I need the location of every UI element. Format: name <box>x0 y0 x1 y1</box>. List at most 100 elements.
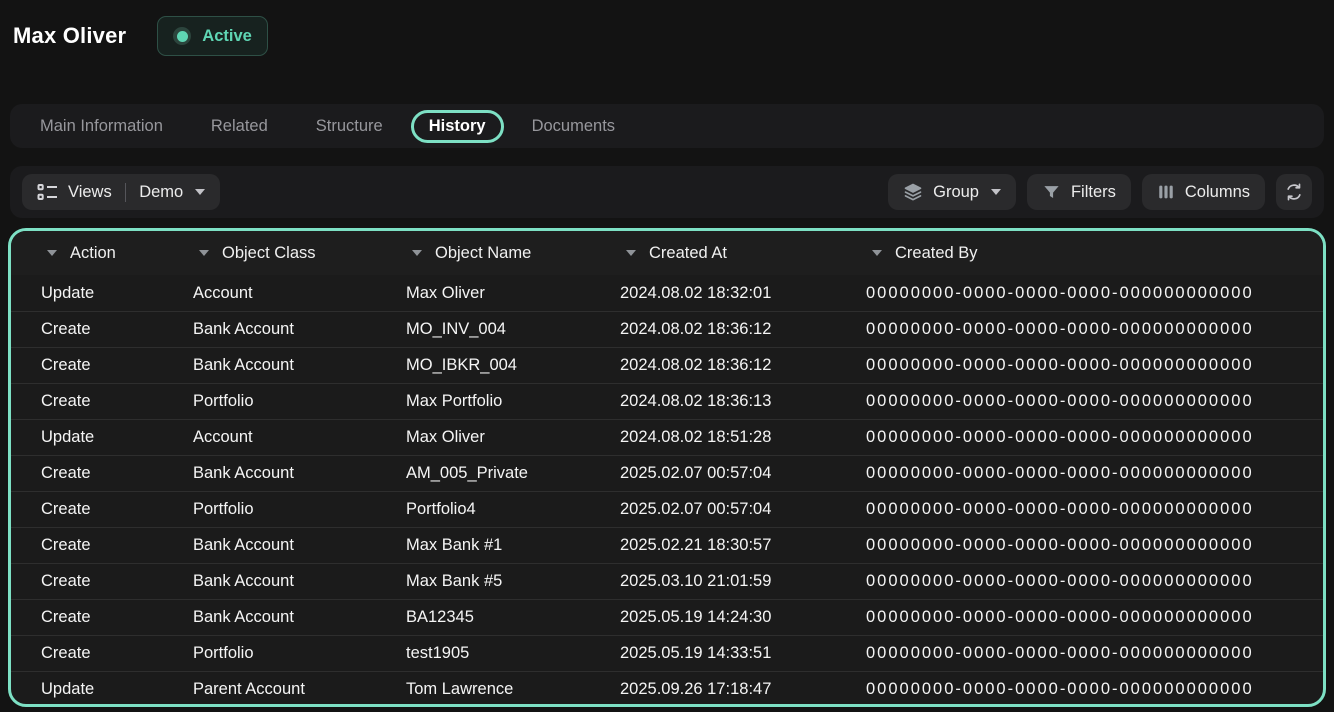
cell-object-name: MO_INV_004 <box>376 320 590 339</box>
cell-created-by: 00000000-0000-0000-0000-000000000000 <box>836 680 1323 699</box>
tab-structure[interactable]: Structure <box>296 110 403 143</box>
table-row[interactable]: CreateBank AccountMO_INV_0042024.08.02 1… <box>11 311 1323 347</box>
table-row[interactable]: CreatePortfolioMax Portfolio2024.08.02 1… <box>11 383 1323 419</box>
table-row[interactable]: CreateBank AccountBA123452025.05.19 14:2… <box>11 599 1323 635</box>
tab-main-information[interactable]: Main Information <box>20 110 183 143</box>
cell-object-class: Bank Account <box>163 320 376 339</box>
cell-created-at: 2025.09.26 17:18:47 <box>590 680 836 699</box>
tab-related[interactable]: Related <box>191 110 288 143</box>
table-row[interactable]: CreateBank AccountAM_005_Private2025.02.… <box>11 455 1323 491</box>
cell-created-by: 00000000-0000-0000-0000-000000000000 <box>836 428 1323 447</box>
cell-created-at: 2024.08.02 18:32:01 <box>590 284 836 303</box>
cell-created-by: 00000000-0000-0000-0000-000000000000 <box>836 608 1323 627</box>
cell-object-name: Max Portfolio <box>376 392 590 411</box>
column-header-label: Object Class <box>222 244 316 263</box>
cell-object-name: Max Bank #1 <box>376 536 590 555</box>
chevron-down-icon <box>991 189 1001 195</box>
views-list-icon <box>37 183 58 201</box>
cell-object-name: Tom Lawrence <box>376 680 590 699</box>
table-row[interactable]: UpdateAccountMax Oliver2024.08.02 18:32:… <box>11 275 1323 311</box>
table-row[interactable]: UpdateAccountMax Oliver2024.08.02 18:51:… <box>11 419 1323 455</box>
cell-action: Update <box>11 284 163 303</box>
cell-created-by: 00000000-0000-0000-0000-000000000000 <box>836 356 1323 375</box>
cell-object-name: Max Oliver <box>376 428 590 447</box>
cell-action: Create <box>11 392 163 411</box>
column-header-label: Action <box>70 244 116 263</box>
column-menu-icon[interactable] <box>412 250 422 256</box>
group-button[interactable]: Group <box>888 174 1016 210</box>
cell-object-class: Bank Account <box>163 572 376 591</box>
column-header-label: Created By <box>895 244 978 263</box>
cell-object-name: AM_005_Private <box>376 464 590 483</box>
cell-created-by: 00000000-0000-0000-0000-000000000000 <box>836 644 1323 663</box>
cell-object-class: Portfolio <box>163 644 376 663</box>
table-toolbar: Views Demo Group Filters <box>10 166 1324 218</box>
refresh-sync-icon <box>1284 182 1304 202</box>
table-body: UpdateAccountMax Oliver2024.08.02 18:32:… <box>11 275 1323 707</box>
table-row[interactable]: UpdateParent AccountTom Lawrence2025.09.… <box>11 671 1323 707</box>
table-row[interactable]: CreatePortfoliotest19052025.05.19 14:33:… <box>11 635 1323 671</box>
cell-created-at: 2024.08.02 18:36:12 <box>590 320 836 339</box>
cell-action: Create <box>11 536 163 555</box>
status-dot-icon <box>173 27 191 45</box>
column-header-object-name[interactable]: Object Name <box>376 244 590 263</box>
cell-created-at: 2025.05.19 14:24:30 <box>590 608 836 627</box>
tab-history[interactable]: History <box>411 110 504 143</box>
column-menu-icon[interactable] <box>626 250 636 256</box>
cell-object-class: Account <box>163 428 376 447</box>
cell-object-name: Max Oliver <box>376 284 590 303</box>
cell-object-class: Portfolio <box>163 392 376 411</box>
cell-action: Create <box>11 500 163 519</box>
column-menu-icon[interactable] <box>47 250 57 256</box>
cell-created-at: 2024.08.02 18:36:12 <box>590 356 836 375</box>
cell-created-at: 2024.08.02 18:36:13 <box>590 392 836 411</box>
cell-object-class: Bank Account <box>163 356 376 375</box>
columns-button[interactable]: Columns <box>1142 174 1265 210</box>
column-header-label: Created At <box>649 244 727 263</box>
columns-label: Columns <box>1185 183 1250 202</box>
views-divider <box>125 183 127 202</box>
cell-action: Create <box>11 572 163 591</box>
cell-created-by: 00000000-0000-0000-0000-000000000000 <box>836 392 1323 411</box>
cell-created-by: 00000000-0000-0000-0000-000000000000 <box>836 536 1323 555</box>
table-header-row: Action Object Class Object Name Created … <box>11 231 1323 275</box>
cell-created-at: 2024.08.02 18:51:28 <box>590 428 836 447</box>
status-badge-label: Active <box>202 27 252 46</box>
cell-action: Create <box>11 644 163 663</box>
table-row[interactable]: CreateBank AccountMO_IBKR_0042024.08.02 … <box>11 347 1323 383</box>
columns-bars-icon <box>1157 183 1175 201</box>
cell-object-class: Bank Account <box>163 464 376 483</box>
chevron-down-icon <box>195 189 205 195</box>
column-header-object-class[interactable]: Object Class <box>163 244 376 263</box>
column-menu-icon[interactable] <box>199 250 209 256</box>
filters-label: Filters <box>1071 183 1116 202</box>
cell-created-by: 00000000-0000-0000-0000-000000000000 <box>836 320 1323 339</box>
table-row[interactable]: CreateBank AccountMax Bank #12025.02.21 … <box>11 527 1323 563</box>
refresh-button[interactable] <box>1276 174 1312 210</box>
cell-object-class: Bank Account <box>163 536 376 555</box>
cell-created-by: 00000000-0000-0000-0000-000000000000 <box>836 284 1323 303</box>
status-badge: Active <box>157 16 268 56</box>
column-header-created-at[interactable]: Created At <box>590 244 836 263</box>
table-row[interactable]: CreateBank AccountMax Bank #52025.03.10 … <box>11 563 1323 599</box>
cell-created-at: 2025.05.19 14:33:51 <box>590 644 836 663</box>
column-header-action[interactable]: Action <box>11 244 163 263</box>
selected-view-name: Demo <box>139 183 183 202</box>
cell-object-name: Max Bank #5 <box>376 572 590 591</box>
cell-action: Create <box>11 608 163 627</box>
page-title: Max Oliver <box>13 16 126 56</box>
filters-funnel-icon <box>1042 183 1061 202</box>
cell-created-by: 00000000-0000-0000-0000-000000000000 <box>836 464 1323 483</box>
cell-created-at: 2025.02.21 18:30:57 <box>590 536 836 555</box>
cell-object-name: MO_IBKR_004 <box>376 356 590 375</box>
filters-button[interactable]: Filters <box>1027 174 1131 210</box>
cell-object-class: Parent Account <box>163 680 376 699</box>
column-header-created-by[interactable]: Created By <box>836 244 1323 263</box>
cell-created-at: 2025.02.07 00:57:04 <box>590 464 836 483</box>
tab-documents[interactable]: Documents <box>512 110 635 143</box>
table-row[interactable]: CreatePortfolioPortfolio42025.02.07 00:5… <box>11 491 1323 527</box>
cell-action: Create <box>11 356 163 375</box>
cell-created-at: 2025.03.10 21:01:59 <box>590 572 836 591</box>
column-menu-icon[interactable] <box>872 250 882 256</box>
views-selector-button[interactable]: Views Demo <box>22 174 220 210</box>
